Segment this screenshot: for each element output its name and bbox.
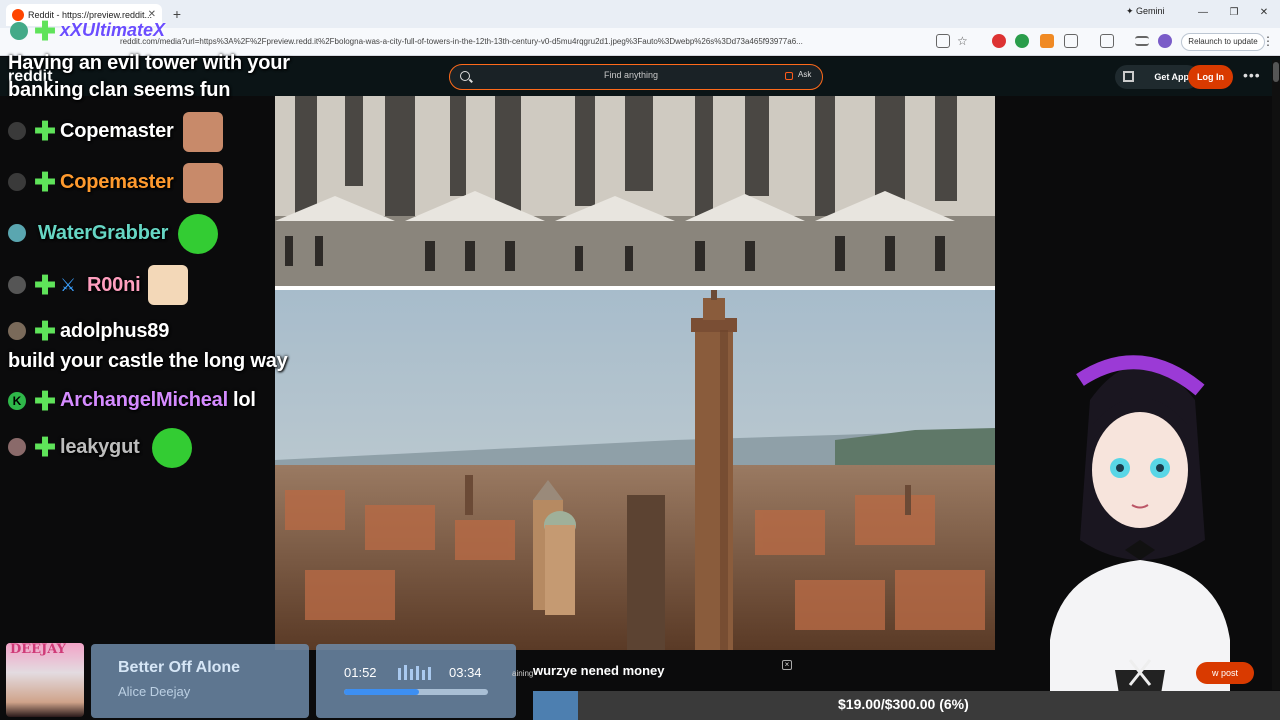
profile-icon[interactable]	[1158, 34, 1172, 48]
chat-message: lol	[233, 389, 256, 411]
user-badge	[8, 122, 26, 140]
emote-frog	[178, 214, 218, 254]
donation-goal-fill	[533, 691, 578, 720]
time-card	[316, 644, 516, 718]
ask-button[interactable]: Ask	[784, 70, 811, 79]
chat-username: Copemaster	[60, 120, 174, 142]
create-post-button[interactable]: w post	[1196, 662, 1254, 684]
sword-badge-icon: ⚔	[60, 275, 77, 295]
user-badge	[8, 322, 26, 340]
channel-name: xXUltimateX	[60, 20, 166, 40]
user-badge	[8, 173, 26, 191]
window-close-icon[interactable]: ✕	[1256, 5, 1272, 21]
search-placeholder: Find anything	[604, 70, 659, 80]
emote-face	[183, 163, 223, 203]
plus-badge-icon: ✚	[34, 270, 56, 300]
new-tab-button[interactable]: +	[168, 5, 186, 23]
qr-icon	[1123, 71, 1134, 82]
chat-username: WaterGrabber	[38, 222, 169, 244]
extensions-puzzle-icon[interactable]	[1064, 34, 1078, 48]
chat-message: Having an evil tower with your banking c…	[8, 52, 290, 101]
scrollbar-thumb[interactable]	[1273, 62, 1279, 82]
chat-username: ArchangelMicheal	[60, 389, 228, 411]
bologna-engraving-image	[275, 96, 995, 287]
album-art-text: DEEJAY	[10, 642, 66, 657]
song-title: Better Off Alone	[118, 659, 241, 676]
total-time: 03:34	[449, 665, 482, 680]
chat-username: leakygut	[60, 436, 140, 458]
chat-username: R00ni	[87, 274, 141, 296]
search-icon	[460, 71, 470, 81]
emote-face	[183, 112, 223, 152]
bologna-towers-photo	[275, 290, 995, 650]
extension-icon[interactable]	[1015, 34, 1029, 48]
channel-avatar	[10, 22, 28, 40]
browser-menu-icon[interactable]: ⋮	[1262, 34, 1274, 48]
equalizer-icon	[398, 664, 436, 680]
emote-frog	[152, 428, 192, 468]
close-icon[interactable]: ×	[782, 660, 792, 670]
reddit-favicon	[12, 9, 24, 21]
scrollbar[interactable]	[1272, 60, 1280, 690]
restore-icon[interactable]: ❐	[1226, 5, 1242, 21]
install-icon[interactable]	[936, 34, 950, 48]
donation-goal-text: $19.00/$300.00 (6%)	[838, 696, 969, 712]
gemini-button[interactable]: ✦ Gemini	[1126, 6, 1165, 17]
sidepanel-icon[interactable]	[1100, 34, 1114, 48]
plus-badge-icon: ✚	[34, 432, 56, 462]
song-progress-fill	[344, 689, 419, 695]
star-icon[interactable]: ☆	[957, 34, 971, 48]
plus-badge-icon: ✚	[34, 16, 56, 46]
reading-list-icon[interactable]	[1135, 36, 1149, 46]
relaunch-button[interactable]: Relaunch to update	[1181, 33, 1265, 51]
plus-badge-icon: ✚	[34, 116, 56, 146]
user-badge	[8, 276, 26, 294]
vtuber-avatar	[1020, 340, 1260, 700]
extension-icon[interactable]	[992, 34, 1006, 48]
current-time: 01:52	[344, 665, 377, 680]
emote-anime	[148, 265, 188, 305]
song-card	[91, 644, 309, 718]
plus-badge-icon: ✚	[34, 167, 56, 197]
plus-badge-icon: ✚	[34, 316, 56, 346]
user-badge	[8, 438, 26, 456]
ticker-text: wurzye nened money	[533, 663, 665, 678]
gemini-label: Gemini	[1136, 6, 1165, 16]
extension-icon[interactable]	[1040, 34, 1054, 48]
plus-badge-icon: ✚	[34, 386, 56, 416]
browser-tab-bar	[0, 0, 1280, 28]
k-badge-icon: K	[8, 392, 26, 410]
song-artist: Alice Deejay	[118, 684, 191, 699]
more-icon[interactable]: •••	[1243, 67, 1261, 83]
chat-message: build your castle the long way	[8, 350, 288, 372]
chat-username: Copemaster	[60, 171, 174, 193]
minimize-icon[interactable]: —	[1195, 5, 1211, 21]
ticker-small-text: aining	[512, 669, 534, 678]
login-button[interactable]: Log In	[1188, 65, 1233, 89]
user-badge	[8, 224, 26, 242]
chat-username: adolphus89	[60, 320, 170, 342]
url-field[interactable]: reddit.com/media?url=https%3A%2F%2Fprevi…	[120, 33, 920, 51]
